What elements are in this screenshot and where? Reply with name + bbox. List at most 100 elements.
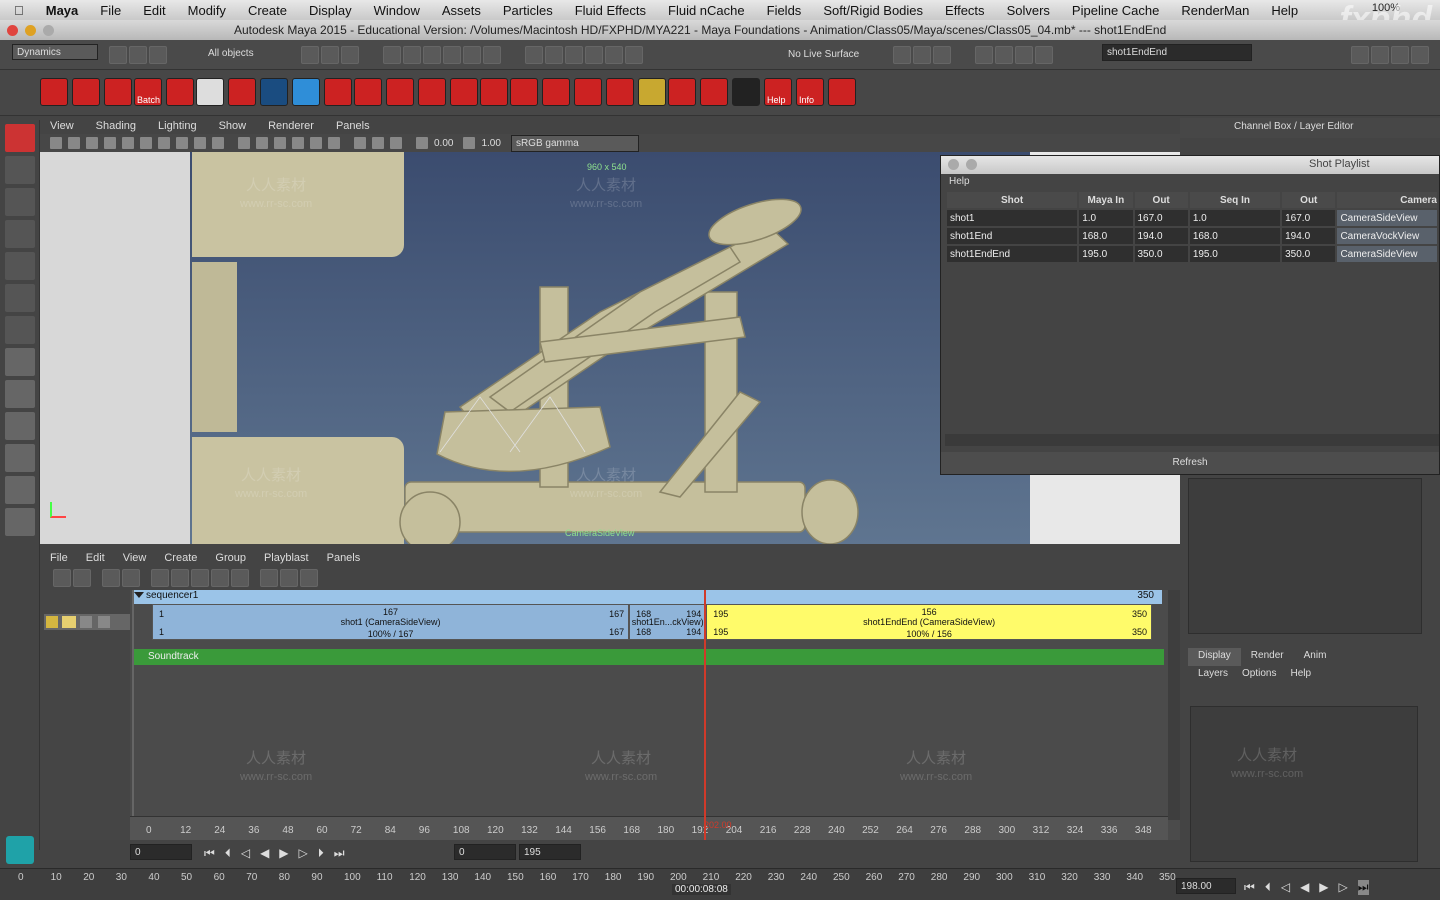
- menu-assets[interactable]: Assets: [442, 3, 481, 18]
- bookmark-icon[interactable]: [86, 137, 98, 149]
- layout-outliner-icon[interactable]: [5, 412, 35, 440]
- track-icon-4[interactable]: [211, 569, 229, 587]
- camera-attr-icon[interactable]: [68, 137, 80, 149]
- isolate-icon[interactable]: [354, 137, 366, 149]
- table-row[interactable]: shot1 1.0 167.0 1.0 167.0 CameraSideView: [947, 210, 1437, 226]
- gamma-value[interactable]: 1.00: [481, 138, 500, 149]
- tab-anim[interactable]: Anim: [1294, 648, 1337, 666]
- paint-tool-icon[interactable]: [5, 188, 35, 216]
- menu-window[interactable]: Window: [374, 3, 420, 18]
- sphere-blue-icon[interactable]: [292, 78, 320, 106]
- layout-sequencer-icon[interactable]: [5, 476, 35, 504]
- menu-fluid-effects[interactable]: Fluid Effects: [575, 3, 646, 18]
- snap-plane-icon[interactable]: [443, 46, 462, 64]
- outliner-icon[interactable]: [1015, 46, 1034, 64]
- viewport-menu-renderer[interactable]: Renderer: [268, 120, 314, 132]
- shelf-icon-20[interactable]: [638, 78, 666, 106]
- viewport-menu-lighting[interactable]: Lighting: [158, 120, 197, 132]
- step-forward-icon[interactable]: ▷: [1339, 880, 1348, 895]
- menu-display[interactable]: Display: [309, 3, 352, 18]
- menu-renderman[interactable]: RenderMan: [1181, 3, 1249, 18]
- layout-single-icon[interactable]: [5, 348, 35, 376]
- play-forward-icon[interactable]: ▶: [279, 846, 288, 861]
- last-tool-icon[interactable]: [5, 316, 35, 344]
- layout-two-icon[interactable]: [5, 508, 35, 536]
- frame-selected-icon[interactable]: [122, 569, 140, 587]
- layer-toggle-icon[interactable]: [1411, 46, 1429, 64]
- minimize-window-icon[interactable]: [25, 24, 36, 36]
- toggle-attribute-editor-icon[interactable]: [933, 46, 951, 64]
- layout-graph-icon[interactable]: [5, 444, 35, 472]
- seq-menu-file[interactable]: File: [50, 552, 68, 564]
- create-audio-icon[interactable]: [73, 569, 91, 587]
- step-forward-key-icon[interactable]: ⏵: [318, 846, 324, 861]
- lock-icon[interactable]: [46, 616, 58, 628]
- name-field[interactable]: shot1EndEnd: [1102, 44, 1252, 61]
- maya-in[interactable]: 168.0: [1079, 228, 1133, 244]
- render-icon[interactable]: [545, 46, 564, 64]
- track-icon-5[interactable]: [231, 569, 249, 587]
- move-tool-icon[interactable]: [5, 220, 35, 248]
- close-window-icon[interactable]: [948, 159, 959, 170]
- options-menu[interactable]: Options: [1242, 668, 1276, 679]
- go-end-icon[interactable]: ⏭: [1357, 880, 1369, 895]
- track-icon-2[interactable]: [171, 569, 189, 587]
- shelf-icon-1[interactable]: [40, 78, 68, 106]
- zoom-window-icon[interactable]: [43, 24, 54, 36]
- shot-clip[interactable]: 1 1 167 167 shot1 (CameraSideView) 167 100% / …: [152, 604, 630, 640]
- shelf-icon-2[interactable]: [72, 78, 100, 106]
- track-icon-3[interactable]: [191, 569, 209, 587]
- shot-clip[interactable]: 168 168 194 194 shot1En...ckView): [629, 604, 707, 640]
- lasso-tool-icon[interactable]: [5, 156, 35, 184]
- wireframe-icon[interactable]: [238, 137, 250, 149]
- shot-name[interactable]: shot1End: [947, 228, 1078, 244]
- sequencer-ruler[interactable]: 0 12 24 36 48 60 72 84 96 108 120 132 144 156 168 180 19…: [130, 816, 1168, 840]
- menu-set-dropdown[interactable]: Dynamics: [12, 44, 98, 60]
- sequencer-vertical-scrollbar[interactable]: [1168, 590, 1180, 820]
- playhead-line[interactable]: [704, 590, 706, 840]
- seq-in[interactable]: 168.0: [1189, 228, 1281, 244]
- play-back-icon[interactable]: ◀: [1300, 880, 1309, 895]
- history-icon[interactable]: [525, 46, 544, 64]
- solo-icon[interactable]: [80, 616, 92, 628]
- layout-four-icon[interactable]: [5, 380, 35, 408]
- use-lights-icon[interactable]: [310, 137, 322, 149]
- eye-icon[interactable]: [196, 78, 224, 106]
- shelf-icon-15[interactable]: [480, 78, 508, 106]
- layer-list[interactable]: 人人素材 www.rr-sc.com: [1190, 706, 1418, 862]
- modeling-toolkit-icon[interactable]: [995, 46, 1014, 64]
- info-shelf-icon[interactable]: Info: [796, 78, 824, 106]
- live-surface-label[interactable]: No Live Surface: [788, 49, 859, 60]
- shelf-icon-10[interactable]: [324, 78, 352, 106]
- step-forward-icon[interactable]: ▷: [299, 846, 308, 861]
- tab-render[interactable]: Render: [1241, 648, 1294, 666]
- select-hierarchy-icon[interactable]: [301, 46, 319, 64]
- light-bulb-icon[interactable]: [228, 78, 256, 106]
- shot-name[interactable]: shot1EndEnd: [947, 246, 1078, 262]
- snap-curve-icon[interactable]: [403, 46, 422, 64]
- select-component-icon[interactable]: [341, 46, 359, 64]
- scale-tool-icon[interactable]: [5, 284, 35, 312]
- shelf-icon-16[interactable]: [510, 78, 538, 106]
- shelf-icon-14[interactable]: [450, 78, 478, 106]
- menu-solvers[interactable]: Solvers: [1007, 3, 1050, 18]
- soundtrack-track[interactable]: Soundtrack: [132, 649, 1164, 665]
- grid-icon[interactable]: [122, 137, 134, 149]
- seq-start-field[interactable]: 0: [130, 844, 192, 860]
- exposure-value[interactable]: 0.00: [434, 138, 453, 149]
- select-tool-icon[interactable]: [5, 124, 35, 152]
- layout-icon[interactable]: [975, 46, 994, 64]
- menu-pipeline-cache[interactable]: Pipeline Cache: [1072, 3, 1159, 18]
- menu-particles[interactable]: Particles: [503, 3, 553, 18]
- new-scene-icon[interactable]: [109, 46, 127, 64]
- render-settings-icon[interactable]: [585, 46, 604, 64]
- step-back-icon[interactable]: ◁: [241, 846, 250, 861]
- seq-in[interactable]: 1.0: [1189, 210, 1281, 226]
- toggle-tool-settings-icon[interactable]: [913, 46, 931, 64]
- play-sequencer-icon[interactable]: [300, 569, 318, 587]
- shelf-icon-22[interactable]: [700, 78, 728, 106]
- xray-icon[interactable]: [372, 137, 384, 149]
- sequence-track-header[interactable]: sequencer1 350: [132, 590, 1162, 604]
- sphere-dark-icon[interactable]: [260, 78, 288, 106]
- layers-menu[interactable]: Layers: [1198, 668, 1228, 679]
